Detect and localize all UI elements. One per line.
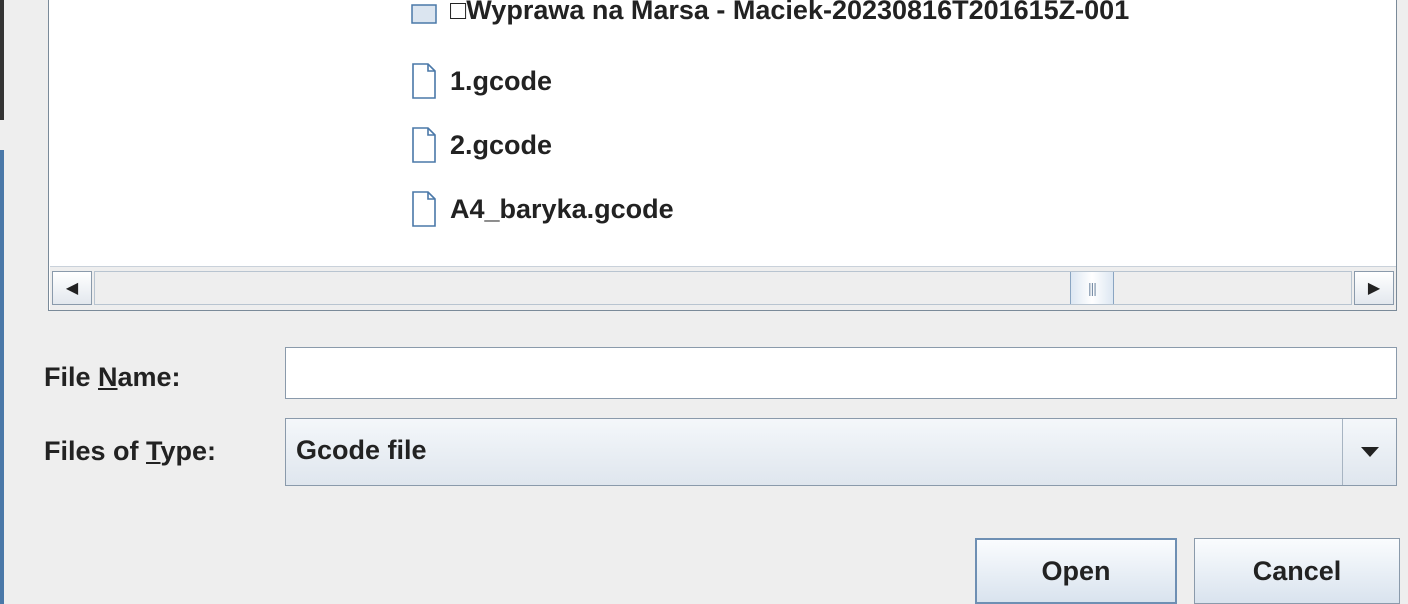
scroll-right-button[interactable]: ▶: [1354, 271, 1394, 305]
list-item[interactable]: □Wyprawa na Marsa - Maciek-20230816T2016…: [411, 0, 1129, 32]
file-type-label: Files of Type:: [44, 436, 217, 466]
edge-blue-segment: [0, 150, 4, 604]
list-item[interactable]: 2.gcode: [411, 123, 552, 167]
file-icon: [412, 127, 436, 163]
grip-icon: |||: [1088, 280, 1097, 296]
file-name-input[interactable]: [285, 347, 1397, 399]
file-icon: [412, 191, 436, 227]
file-name-label: File Name:: [44, 362, 181, 392]
arrow-left-icon: ◀: [65, 280, 79, 297]
list-item[interactable]: A4_baryka.gcode: [411, 187, 674, 231]
file-name: A4_baryka.gcode: [450, 193, 674, 224]
edge-dark-segment: [0, 0, 4, 120]
open-button[interactable]: Open: [975, 538, 1177, 604]
file-type-dropdown-button[interactable]: [1342, 419, 1396, 485]
file-type-value: Gcode file: [296, 435, 427, 465]
chevron-down-icon: [1360, 447, 1379, 457]
scroll-track[interactable]: |||: [94, 271, 1352, 305]
scroll-left-button[interactable]: ◀: [52, 271, 92, 305]
scroll-thumb[interactable]: |||: [1070, 272, 1114, 304]
list-item[interactable]: 1.gcode: [411, 59, 552, 103]
file-type-select[interactable]: Gcode file: [285, 418, 1397, 486]
file-name: 2.gcode: [450, 129, 553, 160]
arrow-right-icon: ▶: [1367, 280, 1381, 297]
folder-icon: [411, 4, 437, 24]
file-icon: [412, 63, 436, 99]
file-list[interactable]: □Wyprawa na Marsa - Maciek-20230816T2016…: [48, 0, 1397, 311]
horizontal-scrollbar[interactable]: ◀ ||| ▶: [50, 266, 1396, 310]
file-name: □Wyprawa na Marsa - Maciek-20230816T2016…: [450, 0, 1130, 25]
file-name: 1.gcode: [450, 65, 553, 96]
window-left-edge: [0, 0, 10, 604]
cancel-button[interactable]: Cancel: [1194, 538, 1400, 604]
